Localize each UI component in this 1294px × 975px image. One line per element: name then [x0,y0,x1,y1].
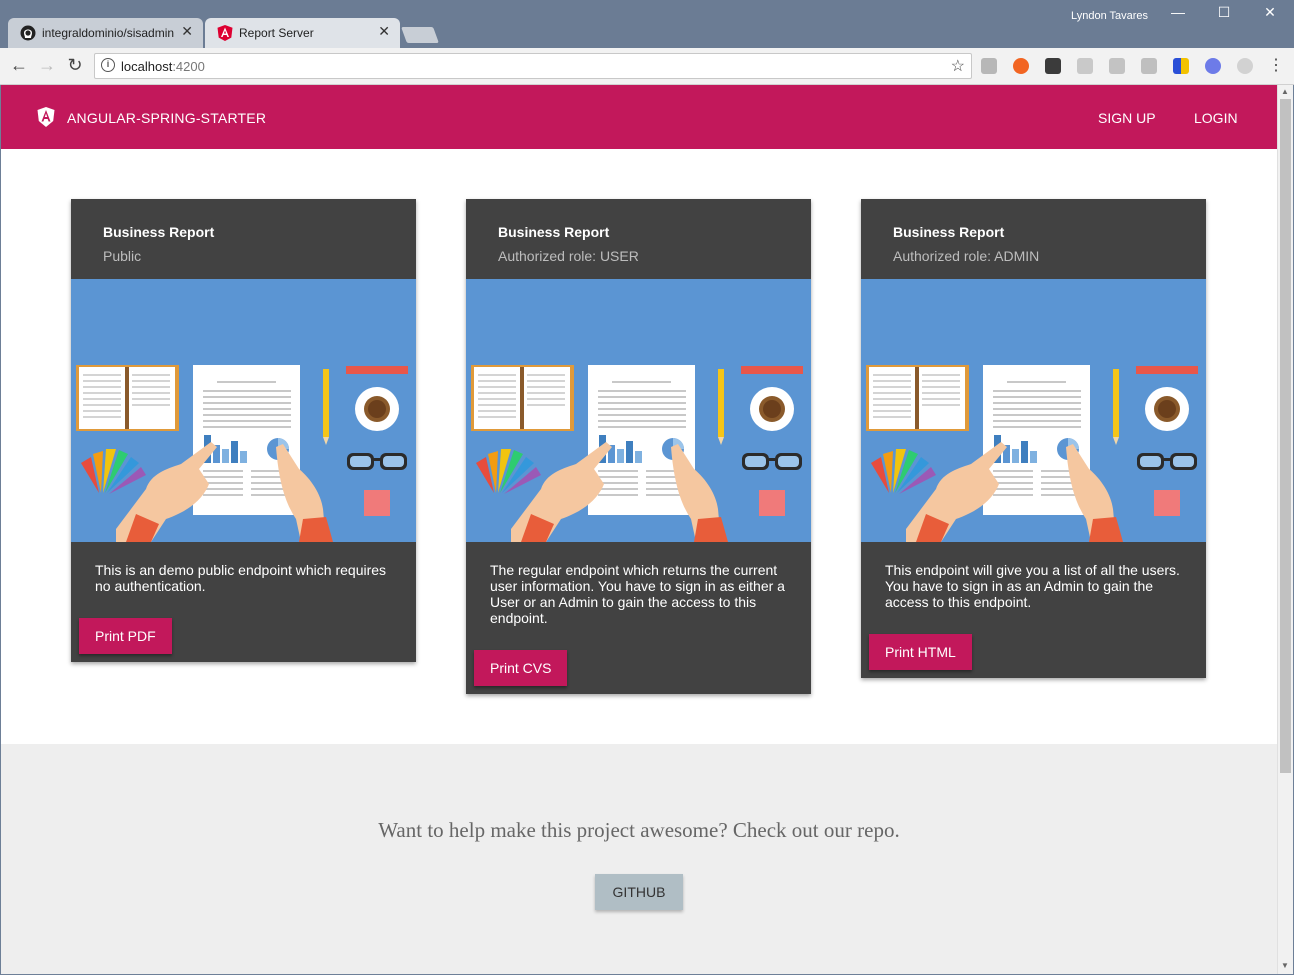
coffee-cup [355,387,399,431]
scrollbar-thumb[interactable] [1280,99,1291,773]
close-tab-icon[interactable]: ✕ [378,23,390,40]
report-card-admin: Business Report Authorized role: ADMIN T… [861,199,1206,678]
scroll-down-icon[interactable]: ▼ [1281,961,1289,970]
pencil [323,369,329,445]
sticky-note [364,490,390,516]
glasses [347,453,407,470]
card-subtitle: Authorized role: ADMIN [893,248,1040,264]
ruler [346,366,408,374]
extension-orange-icon[interactable] [1013,58,1029,74]
browser-menu-icon[interactable]: ⋮ [1268,55,1284,75]
angular-icon [217,25,233,41]
maximize-icon[interactable]: ☐ [1204,4,1244,21]
illustration [471,365,803,542]
url-text: localhost:4200 [121,59,205,74]
info-icon[interactable]: i [101,58,115,72]
tab-report-server[interactable]: Report Server ✕ [205,18,400,48]
signup-link[interactable]: SIGN UP [1098,110,1156,126]
page-viewport: ANGULAR-SPRING-STARTER SIGN UP LOGIN Bus… [1,85,1277,974]
card-title: Business Report [103,224,215,240]
forward-icon[interactable]: → [36,55,58,76]
business-report-illustration [71,279,416,542]
card-subtitle: Authorized role: USER [498,248,639,264]
color-swatches [81,449,146,494]
bookmark-star-icon[interactable]: ☆ [951,56,965,76]
business-report-illustration [861,279,1206,542]
print-html-button[interactable]: Print HTML [869,634,972,670]
extension-gray-icon[interactable] [1077,58,1093,74]
profile-name[interactable]: Lyndon Tavares [1071,10,1148,22]
extension-circle-icon[interactable] [1237,58,1253,74]
reload-icon[interactable]: ↻ [64,55,86,76]
back-icon[interactable]: ← [8,55,30,76]
address-bar[interactable]: i localhost:4200 ☆ [94,53,972,79]
app-header: ANGULAR-SPRING-STARTER SIGN UP LOGIN [1,85,1277,149]
footer-text: Want to help make this project awesome? … [378,818,900,842]
new-tab-button[interactable] [401,27,439,43]
browser-titlebar: integraldominio/sisadmin ✕ Report Server… [0,0,1294,48]
card-description: This is an demo public endpoint which re… [95,562,387,594]
pocket-icon[interactable] [1045,58,1061,74]
open-notebook [76,365,179,431]
print-pdf-button[interactable]: Print PDF [79,618,172,654]
card-header: Business Report Public [71,199,416,279]
extension-colorful-icon[interactable] [1173,58,1189,74]
illustration [76,365,408,542]
github-icon [20,25,36,41]
tab-github[interactable]: integraldominio/sisadmin ✕ [8,18,203,48]
browser-toolbar: ← → ↻ i localhost:4200 ☆ ⋮ [0,48,1294,85]
minimize-icon[interactable]: — [1158,4,1198,20]
card-subtitle: Public [103,248,142,264]
report-card-user: Business Report Authorized role: USER Th… [466,199,811,694]
app-title[interactable]: ANGULAR-SPRING-STARTER [67,110,266,126]
close-window-icon[interactable]: ✕ [1250,4,1290,21]
card-title: Business Report [498,224,610,240]
github-button[interactable]: GITHUB [595,874,683,910]
card-header: Business Report Authorized role: USER [466,199,811,279]
illustration [866,365,1198,542]
close-tab-icon[interactable]: ✕ [181,23,193,40]
report-card-public: Business Report Public This is an demo p… [71,199,416,662]
card-description: The regular endpoint which returns the c… [490,562,785,626]
tab-title: integraldominio/sisadmin [42,26,175,40]
card-title: Business Report [893,224,1005,240]
print-cvs-button[interactable]: Print CVS [474,650,568,686]
tab-title: Report Server [239,26,314,40]
angular-logo-icon [37,107,55,127]
pdf-extension-icon[interactable] [981,58,997,74]
extension-lock-icon[interactable] [1109,58,1125,74]
page-footer: Want to help make this project awesome? … [1,744,1277,974]
login-link[interactable]: LOGIN [1194,110,1238,126]
extension-doc-icon[interactable] [1141,58,1157,74]
extension-r-icon[interactable] [1205,58,1221,74]
card-header: Business Report Authorized role: ADMIN [861,199,1206,279]
page-scrollbar[interactable]: ▲ ▼ [1277,85,1293,974]
business-report-illustration [466,279,811,542]
card-description: This endpoint will give you a list of al… [885,562,1180,610]
scroll-up-icon[interactable]: ▲ [1281,87,1289,96]
